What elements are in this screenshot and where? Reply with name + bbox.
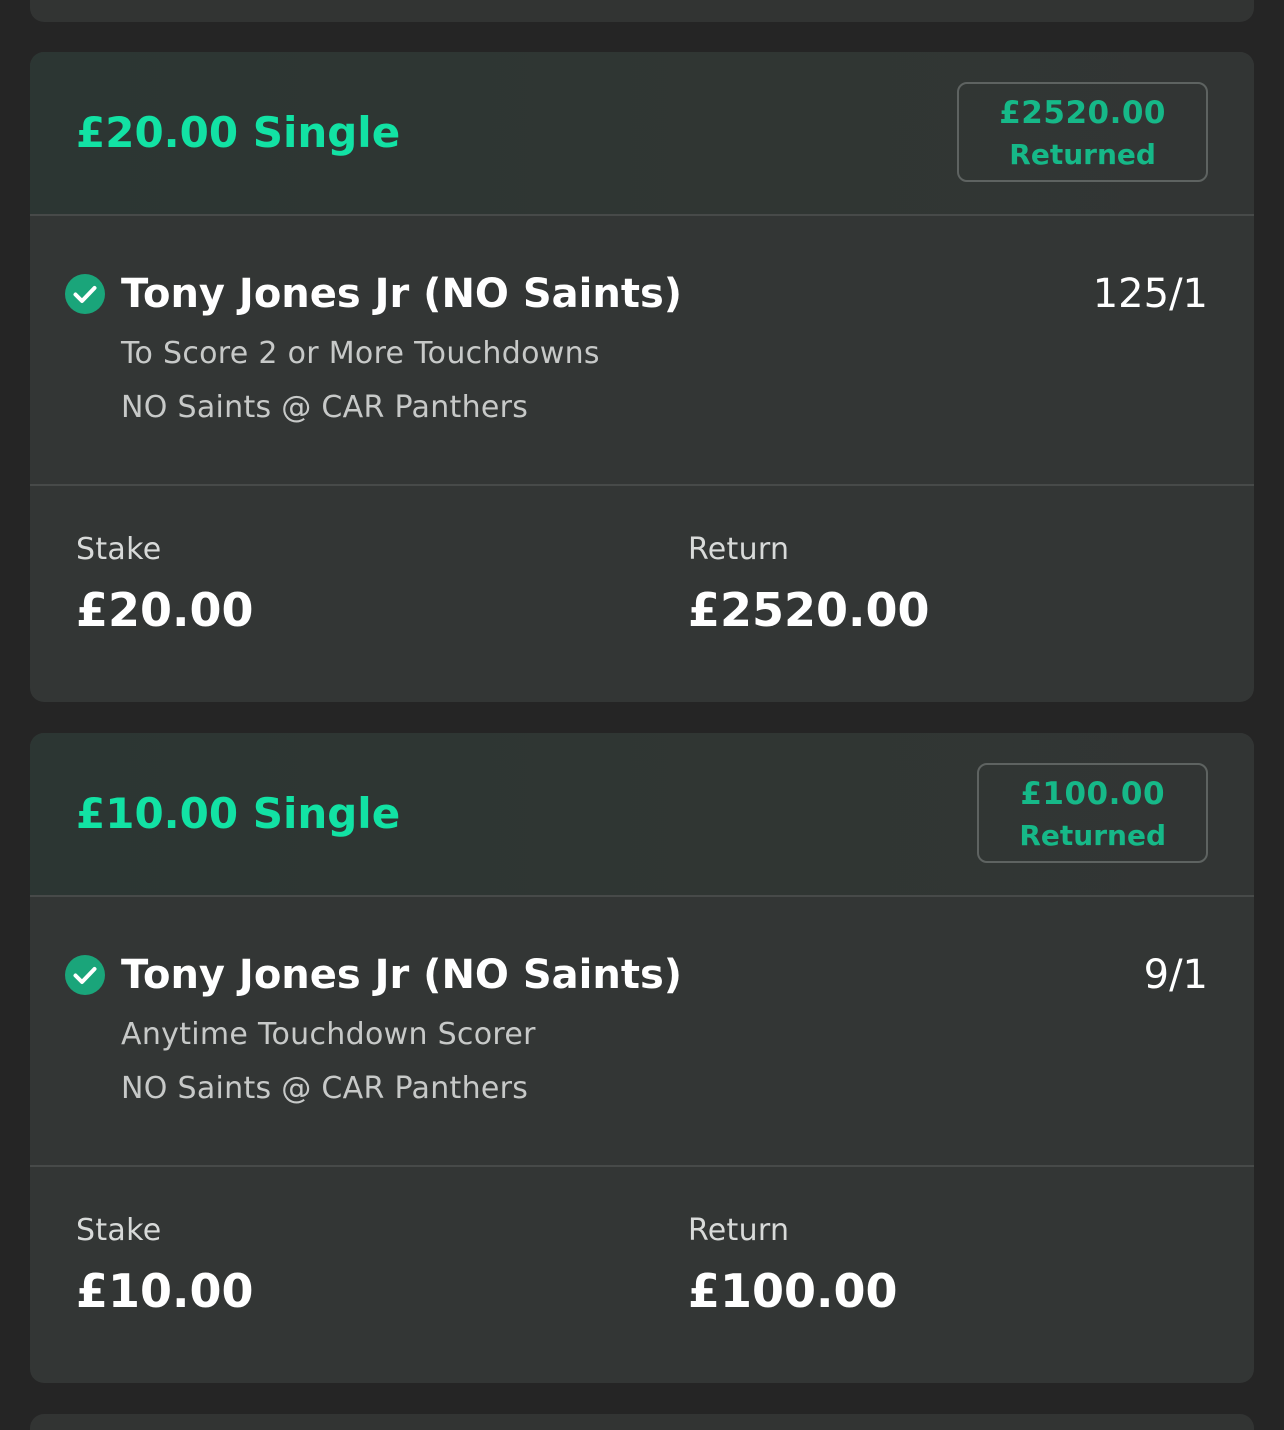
selection-name: Tony Jones Jr (NO Saints) (121, 271, 683, 317)
check-circle-icon (65, 955, 105, 995)
return-value: £2520.00 (688, 583, 930, 637)
returned-label: Returned (1019, 819, 1166, 852)
returned-amount: £100.00 (1020, 776, 1166, 812)
stake-column: Stake £20.00 (76, 528, 254, 640)
stake-value: £10.00 (76, 1264, 254, 1318)
bet-card[interactable]: £10.00 Single £100.00 Returned Tony Jone… (30, 733, 1254, 1383)
market-name: To Score 2 or More Touchdowns (121, 336, 600, 371)
stake-value: £20.00 (76, 583, 254, 637)
returned-badge: £100.00 Returned (977, 763, 1208, 863)
market-name: Anytime Touchdown Scorer (121, 1017, 536, 1052)
bet-card[interactable]: £20.00 Single £2520.00 Returned Tony Jon… (30, 52, 1254, 702)
stake-column: Stake £10.00 (76, 1209, 254, 1321)
return-value: £100.00 (688, 1264, 898, 1318)
event-name: NO Saints @ CAR Panthers (121, 1071, 529, 1106)
bet-summary: Stake £20.00 Return £2520.00 (30, 486, 1254, 702)
return-column: Return £100.00 (688, 1209, 898, 1321)
previous-bet-card[interactable] (30, 0, 1254, 22)
selection-row: Tony Jones Jr (NO Saints) 9/1 Anytime To… (30, 897, 1254, 1167)
bet-title: £20.00 Single (76, 108, 401, 157)
return-column: Return £2520.00 (688, 528, 930, 640)
bet-summary: Stake £10.00 Return £100.00 (30, 1167, 1254, 1383)
selection-name: Tony Jones Jr (NO Saints) (121, 952, 683, 998)
selection-row: Tony Jones Jr (NO Saints) 125/1 To Score… (30, 216, 1254, 486)
stake-label: Stake (76, 532, 162, 567)
bet-title: £10.00 Single (76, 789, 401, 838)
odds: 9/1 (1143, 952, 1208, 998)
bet-history-screen: £20.00 Single £2520.00 Returned Tony Jon… (0, 0, 1284, 1430)
return-label: Return (688, 1213, 790, 1248)
bet-card-header: £10.00 Single £100.00 Returned (30, 733, 1254, 897)
returned-amount: £2520.00 (999, 95, 1166, 131)
next-bet-card[interactable] (30, 1414, 1254, 1430)
stake-label: Stake (76, 1213, 162, 1248)
returned-label: Returned (1009, 138, 1156, 171)
return-label: Return (688, 532, 790, 567)
bet-card-header: £20.00 Single £2520.00 Returned (30, 52, 1254, 216)
check-circle-icon (65, 274, 105, 314)
event-name: NO Saints @ CAR Panthers (121, 390, 529, 425)
odds: 125/1 (1092, 271, 1208, 317)
returned-badge: £2520.00 Returned (957, 82, 1208, 182)
